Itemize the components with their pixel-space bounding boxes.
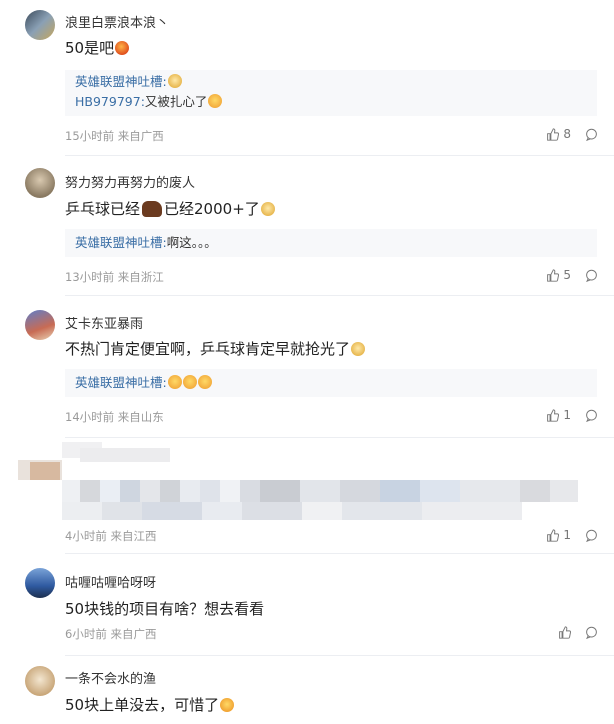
comment-icon[interactable] (585, 626, 598, 639)
like-icon (559, 626, 571, 639)
comment-meta: 15小时前 来自广西 (65, 129, 164, 143)
reply-text: 又被扎心了 (144, 94, 208, 109)
comment-meta: 4小时前 来自江西 (65, 529, 157, 543)
comment-item: 一条不会水的渔 50块上单没去，可惜了 (0, 656, 614, 724)
reply-text: 啊这。。。 (166, 235, 217, 250)
comment-icon[interactable] (585, 269, 598, 282)
avatar[interactable] (25, 666, 55, 696)
comment-meta: 13小时前 来自浙江 (65, 270, 164, 284)
emoji-icon (197, 375, 212, 389)
username[interactable]: 浪里白票浪本浪丶 (65, 12, 169, 31)
like-button[interactable]: 1 (546, 408, 571, 422)
emoji-icon (167, 375, 182, 389)
username[interactable]: 艾卡东亚暴雨 (65, 313, 143, 332)
reply-box: 英雄联盟神吐槽:啊这。。。 (65, 229, 597, 257)
like-icon (547, 528, 560, 542)
comment-actions (558, 626, 598, 639)
emoji-icon (182, 375, 197, 389)
emoji-icon (260, 202, 275, 216)
pixelated-content (0, 438, 614, 528)
comment-meta: 6小时前 来自广西 (65, 627, 157, 641)
reply-box: 英雄联盟神吐槽: (65, 369, 597, 397)
cow-emoji-icon (142, 201, 163, 217)
username[interactable]: 咕喱咕喱哈呀呀 (65, 572, 156, 591)
like-button[interactable] (558, 626, 571, 639)
comment-meta: 14小时前 来自山东 (65, 410, 164, 424)
reply-author[interactable]: HB979797 (75, 94, 141, 109)
reply-box: 英雄联盟神吐槽: HB979797:又被扎心了 (65, 70, 597, 116)
reply-author[interactable]: 英雄联盟神吐槽 (75, 375, 163, 390)
emoji-icon (167, 74, 182, 88)
comment-text: 乒乓球已经 已经2000+了 (65, 198, 275, 219)
comment-text: 50块钱的项目有啥？想去看看 (65, 600, 265, 618)
comment-icon[interactable] (585, 409, 598, 422)
username[interactable]: 一条不会水的渔 (65, 668, 156, 687)
comment-text: 50块上单没去，可惜了 (65, 694, 235, 715)
like-count: 8 (563, 127, 571, 141)
avatar[interactable] (25, 168, 55, 198)
avatar[interactable] (25, 310, 55, 340)
username[interactable]: 努力努力再努力的废人 (65, 172, 195, 191)
like-icon (547, 408, 560, 422)
comment-actions: 1 (546, 528, 598, 542)
comment-actions: 5 (546, 268, 598, 282)
like-button[interactable]: 5 (546, 268, 571, 282)
like-count: 1 (563, 528, 571, 542)
emoji-icon (220, 698, 235, 712)
emoji-icon (208, 94, 223, 108)
comment-item: 努力努力再努力的废人 乒乓球已经 已经2000+了 英雄联盟神吐槽:啊这。。。 1… (0, 156, 614, 296)
comment-text: 不热门肯定便宜啊，乒乓球肯定早就抢光了 (65, 338, 366, 359)
comment-icon[interactable] (585, 128, 598, 141)
like-button[interactable]: 1 (546, 528, 571, 542)
comment-actions: 8 (546, 127, 598, 141)
like-button[interactable]: 8 (546, 127, 571, 141)
reply-author[interactable]: 英雄联盟神吐槽 (75, 235, 163, 250)
like-icon (547, 127, 560, 141)
avatar[interactable] (25, 568, 55, 598)
comment-item: 4小时前 来自江西 1 (0, 438, 614, 554)
comment-text: 50是吧 (65, 37, 130, 58)
comment-item: 咕喱咕喱哈呀呀 50块钱的项目有啥？想去看看 6小时前 来自广西 (0, 554, 614, 656)
emoji-icon (115, 41, 130, 55)
comment-icon[interactable] (585, 529, 598, 542)
avatar[interactable] (25, 10, 55, 40)
emoji-icon (351, 342, 366, 356)
comment-actions: 1 (546, 408, 598, 422)
like-icon (547, 268, 560, 282)
comment-item: 艾卡东亚暴雨 不热门肯定便宜啊，乒乓球肯定早就抢光了 英雄联盟神吐槽: 14小时… (0, 296, 614, 438)
like-count: 5 (563, 268, 571, 282)
comment-item: 浪里白票浪本浪丶 50是吧 英雄联盟神吐槽: HB979797:又被扎心了 15… (0, 0, 614, 156)
like-count: 1 (563, 408, 571, 422)
reply-author[interactable]: 英雄联盟神吐槽 (75, 74, 163, 89)
